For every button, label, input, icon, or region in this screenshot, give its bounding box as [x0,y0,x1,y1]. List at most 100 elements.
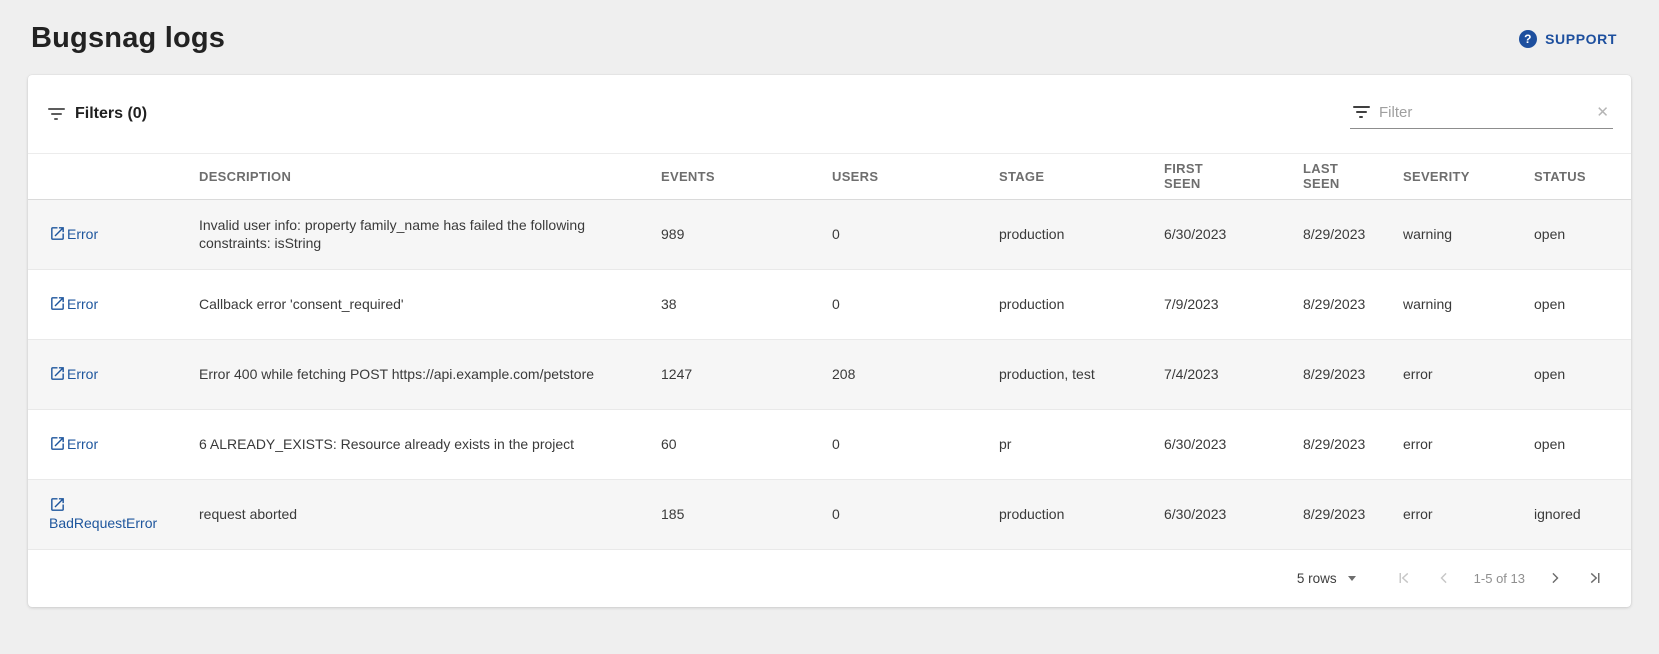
status-cell: open [1534,199,1631,269]
pagination: 5 rows 1-5 of 13 [28,550,1631,607]
rows-per-page-value: 5 rows [1297,571,1337,586]
logs-card: Filters (0) ✕ DESCRIPTIONEVENTS USERS STAG… [28,75,1631,607]
table-row: BadRequestError request aborted 185 0 pr… [28,479,1631,549]
column-header-stage: STAGE [999,154,1164,199]
pagination-range: 1-5 of 13 [1474,571,1525,586]
column-header-link [28,154,199,199]
error-link-cell: Error [28,339,199,409]
column-header-severity: SEVERITY [1403,154,1534,199]
severity-cell: error [1403,479,1534,549]
error-link[interactable]: Error [49,436,98,452]
first-seen-cell: 6/30/2023 [1164,409,1303,479]
error-link-label: BadRequestError [49,515,157,531]
column-header-label: EVENTS [661,169,715,184]
column-header-label: FIRST SEEN [1164,161,1211,192]
users-cell: 0 [832,409,999,479]
last-page-button[interactable] [1578,561,1612,595]
open-in-new-icon [49,295,66,312]
prev-page-button[interactable] [1427,561,1461,595]
error-link-label: Error [67,436,98,452]
events-cell: 38 [661,269,832,339]
events-cell: 60 [661,409,832,479]
column-header-label: SEVERITY [1403,169,1470,184]
clear-filter-button[interactable]: ✕ [1594,105,1611,120]
first-seen-cell: 7/4/2023 [1164,339,1303,409]
page-header: Bugsnag logs ? SUPPORT [0,0,1659,75]
error-link-cell: Error [28,269,199,339]
support-link[interactable]: ? SUPPORT [1519,30,1617,48]
filters-label: Filters (0) [75,105,147,123]
users-cell: 0 [832,269,999,339]
severity-cell: warning [1403,199,1534,269]
filter-input-icon [1352,106,1370,118]
description-cell: 6 ALREADY_EXISTS: Resource already exist… [199,409,661,479]
error-link[interactable]: Error [49,366,98,382]
events-cell: 1247 [661,339,832,409]
column-header-events: EVENTS [661,154,832,199]
description-cell: Error 400 while fetching POST https://ap… [199,339,661,409]
severity-cell: error [1403,409,1534,479]
error-link-cell: Error [28,409,199,479]
status-cell: open [1534,409,1631,479]
column-header-users: USERS [832,154,999,199]
filter-icon [47,108,65,120]
filter-field: ✕ [1350,100,1613,129]
logs-table: DESCRIPTIONEVENTS USERS STAGE FIRST SEEN LAS… [28,154,1631,550]
last-seen-cell: 8/29/2023 [1303,339,1403,409]
stage-cell: production [999,199,1164,269]
column-header-label: USERS [832,169,878,184]
description-cell: request aborted [199,479,661,549]
last-seen-cell: 8/29/2023 [1303,269,1403,339]
column-header-description: DESCRIPTION [199,154,661,199]
caret-down-icon [1348,576,1356,581]
column-header-last_seen: LAST SEEN [1303,154,1403,199]
table-row: Error 6 ALREADY_EXISTS: Resource already… [28,409,1631,479]
first-page-button[interactable] [1387,561,1421,595]
error-link[interactable]: Error [49,296,98,312]
error-link-cell: BadRequestError [28,479,199,549]
users-cell: 0 [832,479,999,549]
table-row: Error Error 400 while fetching POST http… [28,339,1631,409]
stage-cell: pr [999,409,1164,479]
error-link-cell: Error [28,199,199,269]
rows-per-page-select[interactable]: 5 rows [1297,571,1356,586]
severity-cell: warning [1403,269,1534,339]
first-seen-cell: 6/30/2023 [1164,199,1303,269]
column-header-label: STAGE [999,169,1044,184]
table-row: Error Invalid user info: property family… [28,199,1631,269]
last-seen-cell: 8/29/2023 [1303,479,1403,549]
support-label: SUPPORT [1545,31,1617,47]
next-page-button[interactable] [1538,561,1572,595]
error-link[interactable]: Error [49,226,98,242]
filters-toggle[interactable]: Filters (0) [47,105,147,123]
open-in-new-icon [49,435,66,452]
status-cell: open [1534,339,1631,409]
error-link[interactable]: BadRequestError [49,497,157,531]
stage-cell: production [999,269,1164,339]
events-cell: 989 [661,199,832,269]
open-in-new-icon [49,496,66,513]
table-body: Error Invalid user info: property family… [28,199,1631,549]
first-page-icon [1394,568,1414,588]
first-seen-cell: 7/9/2023 [1164,269,1303,339]
last-seen-cell: 8/29/2023 [1303,199,1403,269]
help-icon: ? [1519,30,1537,48]
page-title: Bugsnag logs [31,22,225,55]
filter-input[interactable] [1379,104,1585,121]
users-cell: 208 [832,339,999,409]
column-header-first_seen: FIRST SEEN [1164,154,1303,199]
chevron-left-icon [1434,568,1454,588]
stage-cell: production, test [999,339,1164,409]
error-link-label: Error [67,366,98,382]
table-toolbar: Filters (0) ✕ [28,75,1631,154]
open-in-new-icon [49,225,66,242]
column-header-label: STATUS [1534,169,1586,184]
open-in-new-icon [49,365,66,382]
last-page-icon [1585,568,1605,588]
description-cell: Callback error 'consent_required' [199,269,661,339]
error-link-label: Error [67,296,98,312]
column-header-status: STATUS [1534,154,1631,199]
users-cell: 0 [832,199,999,269]
column-header-label: LAST SEEN [1303,161,1350,192]
error-link-label: Error [67,226,98,242]
